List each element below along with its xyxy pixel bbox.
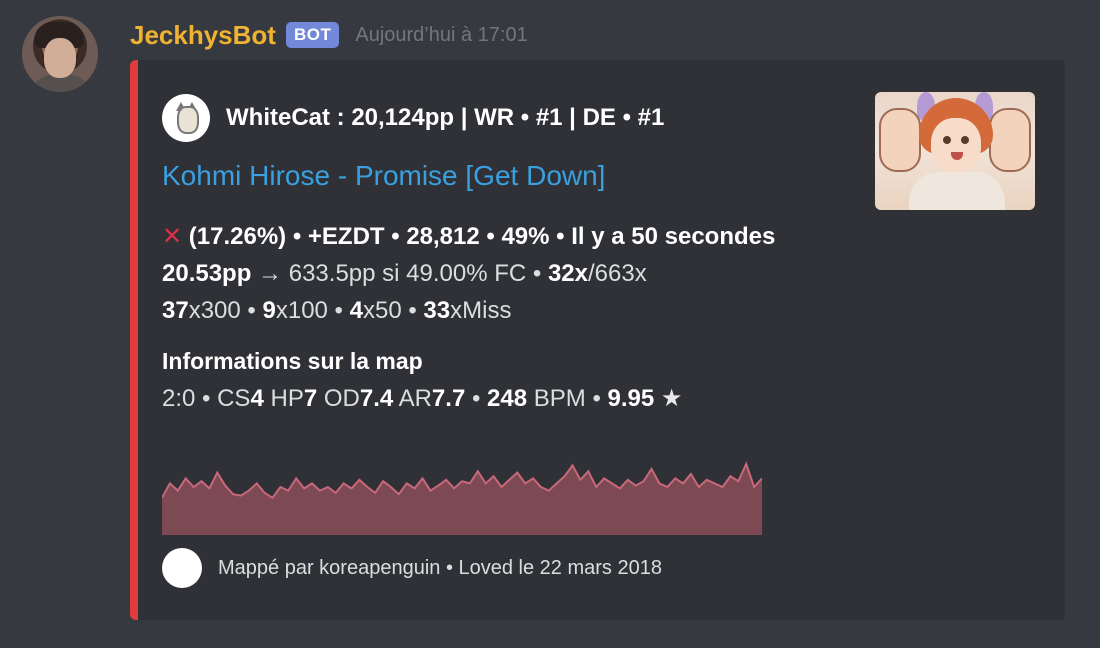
label-100: x100 •	[275, 297, 350, 324]
label-50: x50 •	[362, 297, 424, 324]
thumb-eye-left	[943, 136, 951, 144]
count-50: 4	[349, 297, 363, 324]
combo-value: 32x	[547, 260, 588, 287]
max-combo: /663x	[588, 260, 647, 287]
thumb-eye-right	[961, 136, 969, 144]
bpm-label: BPM •	[527, 385, 608, 412]
beatmap-thumbnail[interactable]	[875, 92, 1035, 210]
map-info-value: 2:0 • CS4 HP7 OD7.4 AR7.7 • 248 BPM • 9.…	[162, 384, 682, 413]
pp-value: 20.53pp	[162, 260, 252, 287]
embed-author: WhiteCat : 20,124pp | WR • #1 | DE • #1	[162, 94, 664, 142]
star-icon: ★	[660, 385, 683, 412]
count-300: 37	[162, 297, 189, 324]
footer-text: Mappé par koreapenguin • Loved le 22 mar…	[218, 556, 662, 579]
bpm-value: 248	[487, 385, 528, 412]
strain-graph[interactable]	[162, 445, 762, 535]
separator: •	[465, 385, 488, 412]
hits-line: 37x300 • 9x100 • 4x50 • 33xMiss	[162, 292, 775, 329]
od-value: 7.4	[359, 385, 394, 412]
white-cat-icon	[162, 94, 210, 142]
username[interactable]: JeckhysBot	[130, 20, 276, 51]
hp-label: HP	[263, 385, 304, 412]
map-length: 2:0 • CS	[162, 385, 251, 412]
thumb-face	[931, 118, 981, 172]
od-label: OD	[317, 385, 360, 412]
cat-body	[177, 106, 199, 134]
thumb-hand-right	[989, 108, 1031, 172]
thumb-hand-left	[879, 108, 921, 172]
cross-mark-icon: ✕	[162, 223, 183, 250]
score-line: ✕ (17.26%) • +EZDT • 28,812 • 49% • Il y…	[162, 218, 775, 255]
count-100: 9	[262, 297, 276, 324]
bot-badge: BOT	[285, 22, 340, 48]
map-info-heading: Informations sur la map	[162, 348, 423, 374]
count-miss: 33	[423, 297, 451, 324]
embed-title-link[interactable]: Kohmi Hirose - Promise [Get Down]	[162, 160, 605, 192]
embed-card: WhiteCat : 20,124pp | WR • #1 | DE • #1 …	[130, 60, 1065, 620]
user-avatar[interactable]	[22, 16, 98, 92]
label-miss: xMiss	[450, 297, 512, 324]
avatar-face	[44, 38, 76, 78]
label-300: x300 •	[188, 297, 263, 324]
pp-if-fc: → 633.5pp si 49.00% FC •	[251, 260, 548, 287]
embed-author-name: WhiteCat : 20,124pp | WR • #1 | DE • #1	[226, 104, 665, 131]
score-summary: (17.26%) • +EZDT • 28,812 • 49% • Il y a…	[188, 223, 776, 250]
embed-description: ✕ (17.26%) • +EZDT • 28,812 • 49% • Il y…	[162, 218, 775, 329]
ar-value: 7.7	[431, 385, 466, 412]
embed-footer: Mappé par koreapenguin • Loved le 22 mar…	[162, 548, 662, 588]
cs-value: 4	[250, 385, 264, 412]
mapper-avatar-icon	[162, 548, 202, 588]
message-header: JeckhysBot BOT Aujourd’hui à 17:01	[130, 16, 528, 54]
thumb-shirt	[909, 172, 1005, 210]
ar-label: AR	[393, 385, 432, 412]
star-rating: 9.95	[607, 385, 655, 412]
pp-line: 20.53pp → 633.5pp si 49.00% FC • 32x/663…	[162, 255, 775, 292]
strain-graph-fill	[162, 464, 762, 535]
hp-value: 7	[303, 385, 318, 412]
message-timestamp[interactable]: Aujourd’hui à 17:01	[355, 24, 527, 47]
